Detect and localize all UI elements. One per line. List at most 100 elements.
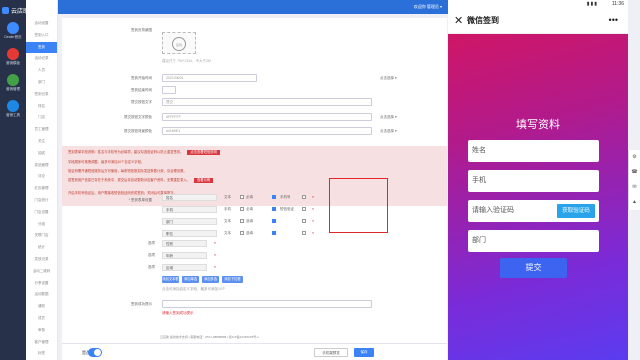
delete-option-icon[interactable]: × (214, 264, 216, 271)
rail-item-home[interactable]: Dealer首页 (2, 22, 24, 44)
sub-sidebar-item[interactable]: 分享设置 (26, 278, 57, 290)
example-button[interactable]: 查看示例 (193, 178, 214, 183)
add-text-button[interactable]: 添加文本框 (162, 276, 179, 283)
field-verify-checkbox[interactable] (302, 195, 306, 199)
sub-sidebar-item[interactable]: 统计 (26, 242, 57, 254)
preview-button[interactable]: 手机端预览 (314, 348, 348, 357)
sub-sidebar-item[interactable]: 员工管理 (26, 124, 57, 136)
field-name-input[interactable]: 职位 (162, 230, 217, 237)
sub-sidebar-item[interactable]: 发放记录 (26, 254, 57, 266)
success-tip-input[interactable] (162, 300, 372, 308)
field-verify-checkbox[interactable] (302, 231, 306, 235)
bg-color-picker[interactable]: 点击选择 ▾ (380, 127, 397, 135)
back-to-top-icon[interactable]: ▲ (629, 195, 640, 210)
field-name-input[interactable]: 姓名 (162, 194, 217, 201)
field-name-input[interactable]: 手机 (162, 206, 217, 213)
sub-sidebar-item[interactable]: 活动记录 (26, 53, 57, 65)
sub-sidebar-item[interactable]: 活动数据 (26, 289, 57, 301)
app-logo-text: 云店助 (11, 9, 30, 15)
sub-sidebar-item[interactable]: 审核 (26, 325, 57, 337)
add-radio-button[interactable]: 添加单选 (182, 276, 199, 283)
delete-field-icon[interactable]: × (312, 218, 314, 225)
sub-sidebar-item[interactable]: 评论 (26, 171, 57, 183)
rail-item-templates[interactable]: 营销模板 (2, 48, 24, 70)
add-select-button[interactable]: 添加下拉框 (222, 276, 243, 283)
button-text-color-input[interactable]: #FFFFFF (162, 113, 372, 121)
field-required-checkbox[interactable] (272, 219, 276, 223)
add-hint-row: 点击可添加自定义字段，最多可添加10个 (62, 286, 447, 294)
field-verify-checkbox[interactable] (302, 207, 306, 211)
end-time-dot[interactable] (162, 86, 176, 94)
delete-field-icon[interactable]: × (312, 206, 314, 213)
submit-button[interactable]: 提交 (500, 258, 567, 278)
code-input[interactable]: 请输入验证码 获取验证码 (468, 200, 599, 222)
field-required-checkbox[interactable] (272, 195, 276, 199)
sub-sidebar-item[interactable]: 人员 (26, 65, 57, 77)
sub-sidebar-item[interactable]: 签到入口 (26, 30, 57, 42)
sms-info-button[interactable]: 点击查看短信说明 (187, 150, 220, 155)
field-name-input[interactable]: 部门 (162, 218, 217, 225)
button-bg-color-input[interactable]: #4169E1 (162, 127, 372, 135)
field-enable-checkbox[interactable] (240, 195, 244, 199)
sub-sidebar-item[interactable]: 关联门店 (26, 230, 57, 242)
home-icon (7, 22, 19, 34)
enable-toggle[interactable] (88, 348, 102, 357)
delete-field-icon[interactable]: × (312, 230, 314, 237)
more-icon[interactable]: ••• (609, 14, 618, 26)
rule-error-row: 请输入签到成功提示 (62, 310, 447, 318)
sub-sidebar-item[interactable]: 奖品管理 (26, 160, 57, 172)
sub-sidebar-item[interactable]: 门店 (26, 112, 57, 124)
field-required-checkbox[interactable] (272, 207, 276, 211)
text-color-picker[interactable]: 点击选择 ▾ (380, 113, 397, 121)
save-button[interactable]: 保存 (354, 348, 374, 357)
sub-sidebar-item[interactable]: 标签 (26, 348, 57, 360)
close-icon[interactable]: ✕ (454, 15, 463, 27)
sub-sidebar-item[interactable]: 红包管理 (26, 183, 57, 195)
sub-sidebar-item[interactable]: 关注 (26, 136, 57, 148)
field-enable-checkbox[interactable] (240, 219, 244, 223)
sub-sidebar-item[interactable]: 分组 (26, 219, 57, 231)
extra-field-input[interactable]: 年龄 (162, 252, 207, 259)
mail-icon[interactable]: ✉ (629, 180, 640, 195)
delete-field-icon[interactable]: × (312, 194, 314, 201)
sub-sidebar-item[interactable]: 排名 (26, 101, 57, 113)
field-enable-checkbox[interactable] (240, 207, 244, 211)
bg-upload[interactable]: 签到 (162, 32, 196, 54)
fields-label: * 签到表单设置 (128, 198, 152, 202)
department-input[interactable]: 部门 (468, 230, 599, 252)
delete-option-icon[interactable]: × (214, 240, 216, 247)
name-input[interactable]: 姓名 (468, 140, 599, 162)
field-required-checkbox[interactable] (272, 231, 276, 235)
sub-sidebar-item[interactable]: 客户管理 (26, 337, 57, 349)
button-text-input[interactable]: 提交 (162, 98, 372, 106)
sub-sidebar-item[interactable]: 活动设置 (26, 18, 57, 30)
get-code-button[interactable]: 获取验证码 (557, 204, 595, 218)
settings-icon[interactable]: ⚙ (629, 150, 640, 165)
user-menu[interactable]: 欢迎你 管理员 ▾ (414, 0, 442, 14)
sub-sidebar-item[interactable]: 门店统计 (26, 195, 57, 207)
extra-field-input[interactable]: 区域 (162, 264, 207, 271)
sub-sidebar-item[interactable]: 抽奖 (26, 148, 57, 160)
right-toolbar: ⚙ ☎ ✉ ▲ (628, 150, 640, 210)
phone-icon[interactable]: ☎ (629, 165, 640, 180)
start-time-picker[interactable]: 点击选择 ▾ (380, 74, 397, 82)
sub-sidebar-item[interactable]: 通知 (26, 301, 57, 313)
delete-option-icon[interactable]: × (214, 252, 216, 259)
sub-sidebar-item[interactable]: 门店设置 (26, 207, 57, 219)
sub-sidebar-item[interactable]: 部门 (26, 77, 57, 89)
sub-sidebar-item[interactable]: 成员 (26, 313, 57, 325)
field-enable-checkbox[interactable] (240, 231, 244, 235)
rail-label: Dealer首页 (4, 35, 22, 39)
phone-input[interactable]: 手机 (468, 170, 599, 192)
add-checkbox-button[interactable]: 添加多选 (202, 276, 219, 283)
start-time-input[interactable]: 2021/06/01 (162, 74, 257, 82)
field-verify-checkbox[interactable] (302, 219, 306, 223)
rail-item-marketing[interactable]: 营销管理 (2, 74, 24, 96)
sub-sidebar-item[interactable]: 签到 (26, 41, 57, 54)
form-label: 签到成功提示 (131, 302, 152, 306)
sub-sidebar-item[interactable]: 签到记录 (26, 89, 57, 101)
phone-preview: ▮▮▮ 11:36 ✕ 微信签到 ••• 填写资料 姓名 手机 请输入验证码 获取… (448, 0, 628, 360)
sub-sidebar-item[interactable]: 活动二维码 (26, 266, 57, 278)
extra-field-input[interactable]: 性别 (162, 240, 207, 247)
rail-item-tools[interactable]: 营销工具 (2, 100, 24, 122)
